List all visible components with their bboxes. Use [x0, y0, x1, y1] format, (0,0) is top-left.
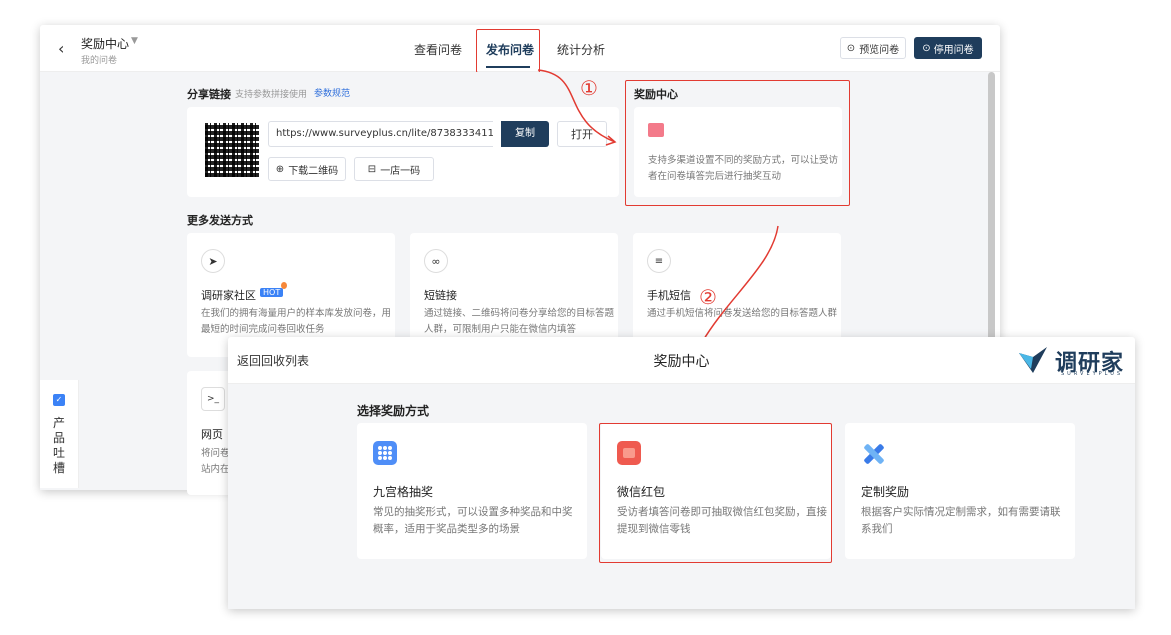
- lottery-title: 九宫格抽奖: [373, 485, 434, 499]
- grid-icon: [373, 441, 397, 465]
- overlay-title: 奖励中心: [653, 354, 710, 370]
- logo-mark-icon: [1019, 347, 1047, 373]
- annotation-one: ①: [580, 76, 598, 100]
- select-method-title: 选择奖励方式: [357, 404, 430, 418]
- annotation-two: ②: [699, 285, 717, 309]
- logo: 调研家 SURVEYPLUS: [1019, 345, 1129, 379]
- custom-title: 定制奖励: [861, 485, 910, 499]
- grid-dots: [378, 446, 392, 460]
- tools-icon: [861, 441, 887, 467]
- lottery-desc: 常见的抽奖形式，可以设置多种奖品和中奖概率，适用于奖品类型多的场景: [373, 506, 573, 535]
- logo-subtext: SURVEYPLUS: [1061, 371, 1124, 377]
- reward-center-window: 返回回收列表 奖励中心 调研家 SURVEYPLUS 选择奖励方式 九宫格抽奖 …: [228, 337, 1135, 609]
- custom-desc: 根据客户实际情况定制需求，如有需要请联系我们: [861, 506, 1061, 535]
- redpacket-highlight: [599, 423, 832, 563]
- tools-shape: [864, 444, 884, 464]
